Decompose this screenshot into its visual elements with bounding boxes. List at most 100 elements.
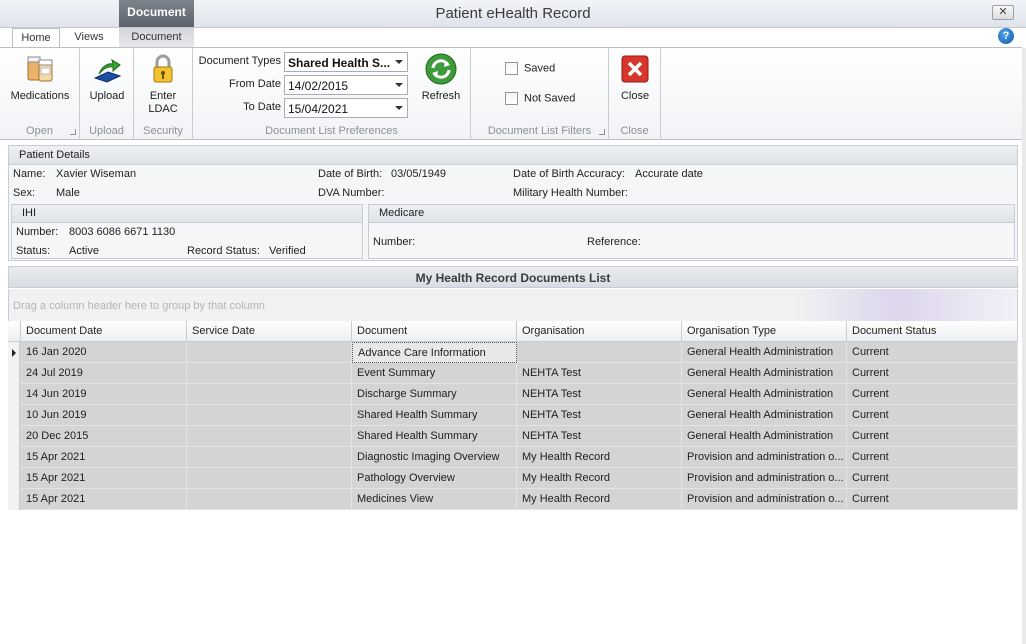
not-saved-checkbox[interactable]: Not Saved [505, 92, 575, 105]
cell-organisation[interactable]: NEHTA Test [517, 363, 682, 384]
cell-organisation[interactable]: My Health Record [517, 468, 682, 489]
cell-document-status[interactable]: Current [847, 426, 1018, 447]
to-date-value: 15/04/2021 [288, 102, 349, 116]
refresh-label: Refresh [421, 90, 461, 102]
cell-document[interactable]: Diagnostic Imaging Overview [352, 447, 517, 468]
group-open: Medications Open [0, 48, 80, 140]
group-launcher-filters[interactable] [599, 129, 605, 135]
cell-service-date[interactable] [187, 447, 352, 468]
row-indicator [8, 342, 20, 363]
table-row[interactable]: 10 Jun 2019 Shared Health Summary NEHTA Te… [8, 405, 1018, 426]
padlock-icon [153, 54, 173, 83]
cell-organisation-type[interactable]: General Health Administration [682, 384, 847, 405]
tab-home[interactable]: Home [12, 28, 60, 48]
row-indicator [8, 363, 20, 384]
table-row[interactable]: 14 Jun 2019 Discharge Summary NEHTA Test Ge… [8, 384, 1018, 405]
cell-organisation[interactable]: NEHTA Test [517, 405, 682, 426]
dob-accuracy-value: Accurate date [635, 168, 703, 180]
cell-document-date[interactable]: 24 Jul 2019 [21, 363, 187, 384]
cell-document[interactable]: Advance Care Information [352, 342, 517, 363]
not-saved-checkbox-box[interactable] [505, 92, 518, 105]
close-button[interactable]: Close [611, 52, 659, 103]
cell-document[interactable]: Discharge Summary [352, 384, 517, 405]
ribbon: Medications Open Upload Upload Enter LDA… [0, 47, 1022, 140]
cell-organisation-type[interactable]: General Health Administration [682, 426, 847, 447]
cell-document-status[interactable]: Current [847, 489, 1018, 510]
cell-document[interactable]: Shared Health Summary [352, 426, 517, 447]
cell-document[interactable]: Event Summary [352, 363, 517, 384]
cell-document-date[interactable]: 15 Apr 2021 [21, 447, 187, 468]
cell-organisation-type[interactable]: General Health Administration [682, 405, 847, 426]
column-header-organisation[interactable]: Organisation [517, 321, 682, 342]
cell-document-status[interactable]: Current [847, 363, 1018, 384]
cell-service-date[interactable] [187, 426, 352, 447]
saved-checkbox[interactable]: Saved [505, 62, 555, 75]
cell-document-status[interactable]: Current [847, 405, 1018, 426]
window-close-button[interactable]: ✕ [992, 5, 1014, 20]
cell-organisation-type[interactable]: Provision and administration o... [682, 489, 847, 510]
table-row[interactable]: 15 Apr 2021 Diagnostic Imaging Overview My… [8, 447, 1018, 468]
cell-service-date[interactable] [187, 405, 352, 426]
cell-service-date[interactable] [187, 468, 352, 489]
table-row[interactable]: 15 Apr 2021 Pathology Overview My Health R… [8, 468, 1018, 489]
enter-ldac-button[interactable]: Enter LDAC [138, 52, 188, 116]
column-header-document-date[interactable]: Document Date [21, 321, 187, 342]
cell-organisation-type[interactable]: Provision and administration o... [682, 447, 847, 468]
current-row-arrow-icon [12, 349, 16, 357]
cell-document-status[interactable]: Current [847, 447, 1018, 468]
upload-button[interactable]: Upload [82, 52, 132, 103]
from-date-picker[interactable]: 14/02/2015 [284, 75, 408, 95]
cell-service-date[interactable] [187, 342, 352, 363]
cell-document[interactable]: Shared Health Summary [352, 405, 517, 426]
cell-document-status[interactable]: Current [847, 384, 1018, 405]
to-date-picker[interactable]: 15/04/2021 [284, 98, 408, 118]
table-row[interactable]: 20 Dec 2015 Shared Health Summary NEHTA Te… [8, 426, 1018, 447]
cell-document-status[interactable]: Current [847, 468, 1018, 489]
medicare-panel: Medicare Number: Reference: [368, 204, 1015, 259]
column-header-document[interactable]: Document [352, 321, 517, 342]
ribbon-tabs: Home Views Document [0, 28, 1026, 48]
enter-ldac-label-line2: LDAC [148, 103, 178, 115]
column-header-document-status[interactable]: Document Status [847, 321, 1018, 342]
cell-organisation-type[interactable]: General Health Administration [682, 342, 847, 363]
cell-organisation-type[interactable]: Provision and administration o... [682, 468, 847, 489]
cell-organisation[interactable]: NEHTA Test [517, 384, 682, 405]
cell-document-date[interactable]: 16 Jan 2020 [21, 342, 187, 363]
cell-document-date[interactable]: 20 Dec 2015 [21, 426, 187, 447]
cell-organisation-type[interactable]: General Health Administration [682, 363, 847, 384]
table-row[interactable]: 16 Jan 2020 Advance Care Information Gener… [8, 342, 1018, 363]
cell-document[interactable]: Medicines View [352, 489, 517, 510]
group-by-panel[interactable]: Drag a column header here to group by th… [8, 289, 1018, 321]
table-row[interactable]: 24 Jul 2019 Event Summary NEHTA Test Genera… [8, 363, 1018, 384]
row-indicator [8, 405, 20, 426]
medications-button[interactable]: Medications [4, 52, 76, 103]
cell-organisation[interactable] [517, 342, 682, 363]
cell-document-date[interactable]: 15 Apr 2021 [21, 468, 187, 489]
cell-document[interactable]: Pathology Overview [352, 468, 517, 489]
table-row[interactable]: 15 Apr 2021 Medicines View My Health Recor… [8, 489, 1018, 510]
upload-label: Upload [89, 90, 125, 102]
cell-service-date[interactable] [187, 489, 352, 510]
saved-checkbox-box[interactable] [505, 62, 518, 75]
group-launcher-open[interactable] [70, 129, 76, 135]
cell-organisation[interactable]: My Health Record [517, 447, 682, 468]
cell-organisation[interactable]: NEHTA Test [517, 426, 682, 447]
column-header-service-date[interactable]: Service Date [187, 321, 352, 342]
cell-document-date[interactable]: 14 Jun 2019 [21, 384, 187, 405]
cell-document-date[interactable]: 15 Apr 2021 [21, 489, 187, 510]
document-types-value: Shared Health S... [288, 56, 391, 70]
document-types-select[interactable]: Shared Health S... [284, 52, 408, 72]
group-security: Enter LDAC Security [134, 48, 193, 140]
cell-document-status[interactable]: Current [847, 342, 1018, 363]
tab-views[interactable]: Views [64, 28, 114, 48]
cell-service-date[interactable] [187, 384, 352, 405]
refresh-button[interactable]: Refresh [415, 52, 467, 103]
ihi-number-value: 8003 6086 6671 1130 [69, 226, 176, 238]
help-icon[interactable]: ? [998, 28, 1014, 44]
cell-document-date[interactable]: 10 Jun 2019 [21, 405, 187, 426]
tab-document[interactable]: Document [119, 28, 194, 48]
column-header-organisation-type[interactable]: Organisation Type [682, 321, 847, 342]
cell-organisation[interactable]: My Health Record [517, 489, 682, 510]
group-label-document-list-preferences: Document List Preferences [265, 125, 398, 137]
cell-service-date[interactable] [187, 363, 352, 384]
